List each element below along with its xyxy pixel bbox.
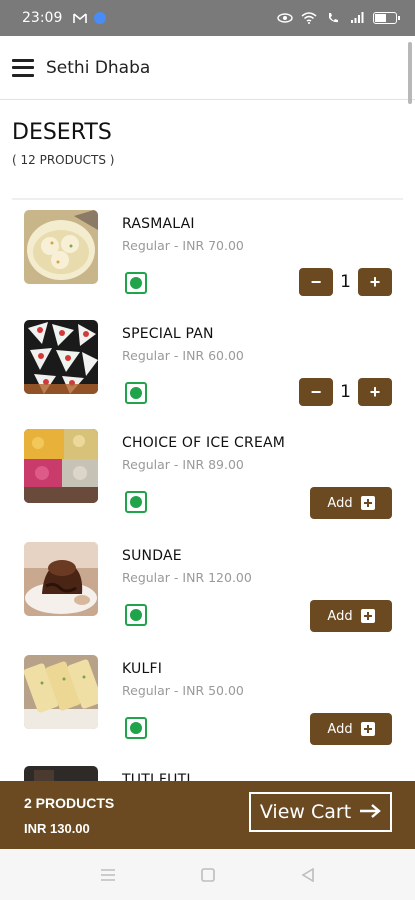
plus-icon [360,722,375,736]
cart-bar: 2 PRODUCTS INR 130.00 View Cart [0,781,415,849]
category-title: DESERTS [12,120,112,145]
add-button[interactable]: Add [310,600,392,632]
product-item[interactable]: TUTI FUTI [0,766,415,781]
eye-icon [277,11,293,25]
veg-indicator-icon [125,272,147,294]
add-button[interactable]: Add [310,487,392,519]
product-name: SPECIAL PAN [122,326,214,342]
wifi-icon [301,11,317,25]
decrement-button[interactable]: − [299,268,333,296]
decrement-button[interactable]: − [299,378,333,406]
product-image [24,429,98,503]
quantity-value: 1 [340,382,351,402]
home-nav-icon[interactable] [198,865,218,885]
product-name: SUNDAE [122,548,182,564]
add-button-label: Add [327,721,353,737]
signal-icon [349,11,365,25]
product-price: Regular - INR 50.00 [122,683,244,698]
quantity-stepper[interactable]: − 1 + [299,378,392,406]
view-cart-label: View Cart [259,801,352,823]
product-name: TUTI FUTI [122,772,191,781]
product-item[interactable]: CHOICE OF ICE CREAM Regular - INR 89.00 … [0,429,415,539]
product-image [24,210,98,284]
product-image [24,320,98,394]
product-price: Regular - INR 89.00 [122,457,244,472]
quantity-value: 1 [340,272,351,292]
increment-button[interactable]: + [358,378,392,406]
battery-icon [373,12,400,24]
product-price: Regular - INR 60.00 [122,348,244,363]
product-item[interactable]: SUNDAE Regular - INR 120.00 Add [0,542,415,652]
product-image [24,766,98,781]
app-title: Sethi Dhaba [46,57,151,78]
product-item[interactable]: RASMALAI Regular - INR 70.00 − 1 + [0,210,415,320]
product-name: KULFI [122,661,163,677]
product-price: Regular - INR 120.00 [122,570,252,585]
call-icon [325,11,341,25]
veg-indicator-icon [125,604,147,626]
product-name: CHOICE OF ICE CREAM [122,435,286,451]
increment-button[interactable]: + [358,268,392,296]
menu-icon[interactable] [12,58,34,77]
category-count: ( 12 PRODUCTS ) [12,153,115,167]
cart-total: INR 130.00 [24,821,90,836]
app-bar: Sethi Dhaba [0,36,415,100]
category-header: DESERTS ( 12 PRODUCTS ) [12,120,114,167]
veg-indicator-icon [125,382,147,404]
status-time: 23:09 [22,10,63,26]
location-icon [94,12,107,24]
divider [12,198,403,200]
arrow-right-icon [359,801,382,823]
cart-count: 2 PRODUCTS [24,795,115,811]
veg-indicator-icon [125,717,147,739]
quantity-stepper[interactable]: − 1 + [299,268,392,296]
status-bar: 23:09 [0,0,415,36]
product-image [24,655,98,729]
product-name: RASMALAI [122,216,195,232]
veg-indicator-icon [125,491,147,513]
gmail-icon [72,11,88,25]
add-button[interactable]: Add [310,713,392,745]
scrollbar[interactable] [408,42,412,104]
system-nav-bar [0,849,415,900]
menu-nav-icon[interactable] [98,865,118,885]
product-image [24,542,98,616]
product-item[interactable]: SPECIAL PAN Regular - INR 60.00 − 1 + [0,320,415,430]
back-nav-icon[interactable] [298,865,318,885]
plus-icon [360,496,375,510]
product-item[interactable]: KULFI Regular - INR 50.00 Add [0,655,415,765]
plus-icon [360,609,375,623]
product-price: Regular - INR 70.00 [122,238,244,253]
add-button-label: Add [327,495,353,511]
add-button-label: Add [327,608,353,624]
view-cart-button[interactable]: View Cart [249,792,392,832]
